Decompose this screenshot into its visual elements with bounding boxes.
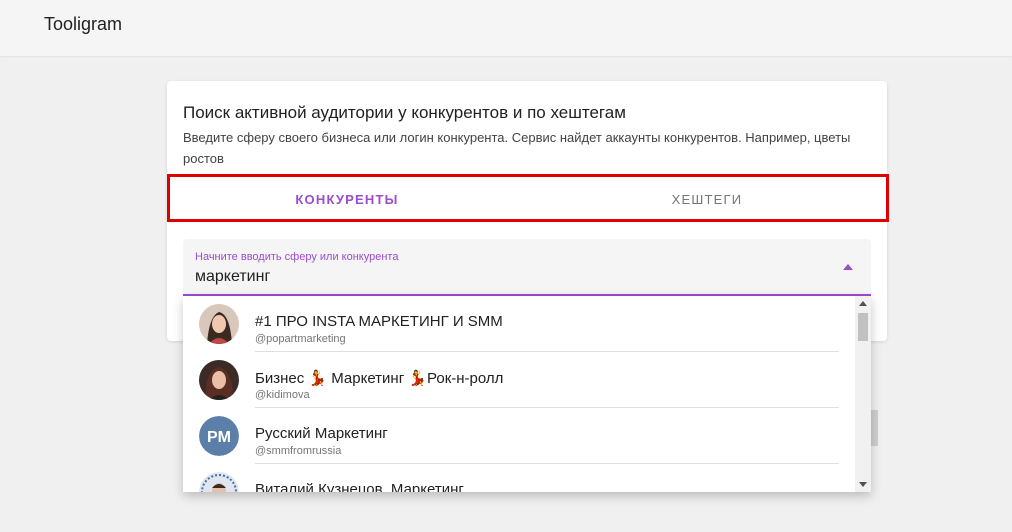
dropdown-arrow-up-icon[interactable] — [843, 264, 853, 270]
result-name: Бизнес 💃 Маркетинг 💃Рок-н-ролл — [255, 370, 504, 387]
list-item[interactable]: #1 ПРО INSTA МАРКЕТИНГ И SMM @popartmark… — [183, 296, 855, 352]
search-field-label: Начните вводить сферу или конкурента — [195, 251, 399, 263]
result-name: #1 ПРО INSTA МАРКЕТИНГ И SMM — [255, 313, 503, 330]
dropdown-scrollbar[interactable] — [855, 296, 871, 492]
svg-text:PM: PM — [207, 429, 231, 446]
app-title[interactable]: Tooligram — [44, 14, 122, 35]
avatar — [199, 360, 239, 400]
card-title: Поиск активной аудитории у конкурентов и… — [183, 103, 626, 122]
tab-competitors[interactable]: КОНКУРЕНТЫ — [167, 175, 527, 223]
search-field[interactable]: Начните вводить сферу или конкурента — [183, 239, 871, 296]
list-item[interactable]: Виталий Кузнецов. Маркетинг — [183, 464, 855, 492]
card-description: Введите сферу своего бизнеса или логин к… — [183, 130, 851, 166]
result-handle: @smmfromrussia — [255, 445, 342, 457]
avatar — [199, 304, 239, 344]
rm-logo-avatar: PM — [199, 416, 239, 456]
list-item[interactable]: Бизнес 💃 Маркетинг 💃Рок-н-ролл @kidimova — [183, 352, 855, 408]
autocomplete-dropdown: #1 ПРО INSTA МАРКЕТИНГ И SMM @popartmark… — [183, 296, 871, 492]
avatar — [199, 472, 239, 492]
background-scroll-fragment — [871, 410, 878, 446]
scroll-up-arrow-icon[interactable] — [859, 301, 867, 306]
list-item[interactable]: PM Русский Маркетинг @smmfromrussia — [183, 408, 855, 464]
tab-bar: КОНКУРЕНТЫ ХЕШТЕГИ — [167, 175, 887, 223]
result-name: Виталий Кузнецов. Маркетинг — [255, 481, 464, 492]
tab-hashtags[interactable]: ХЕШТЕГИ — [527, 175, 887, 223]
result-handle: @kidimova — [255, 389, 310, 401]
search-input[interactable] — [195, 268, 815, 286]
result-handle: @popartmarketing — [255, 333, 346, 345]
result-name: Русский Маркетинг — [255, 425, 388, 442]
scroll-down-arrow-icon[interactable] — [859, 482, 867, 487]
top-app-bar: Tooligram — [0, 0, 1012, 56]
scroll-thumb[interactable] — [858, 313, 868, 341]
